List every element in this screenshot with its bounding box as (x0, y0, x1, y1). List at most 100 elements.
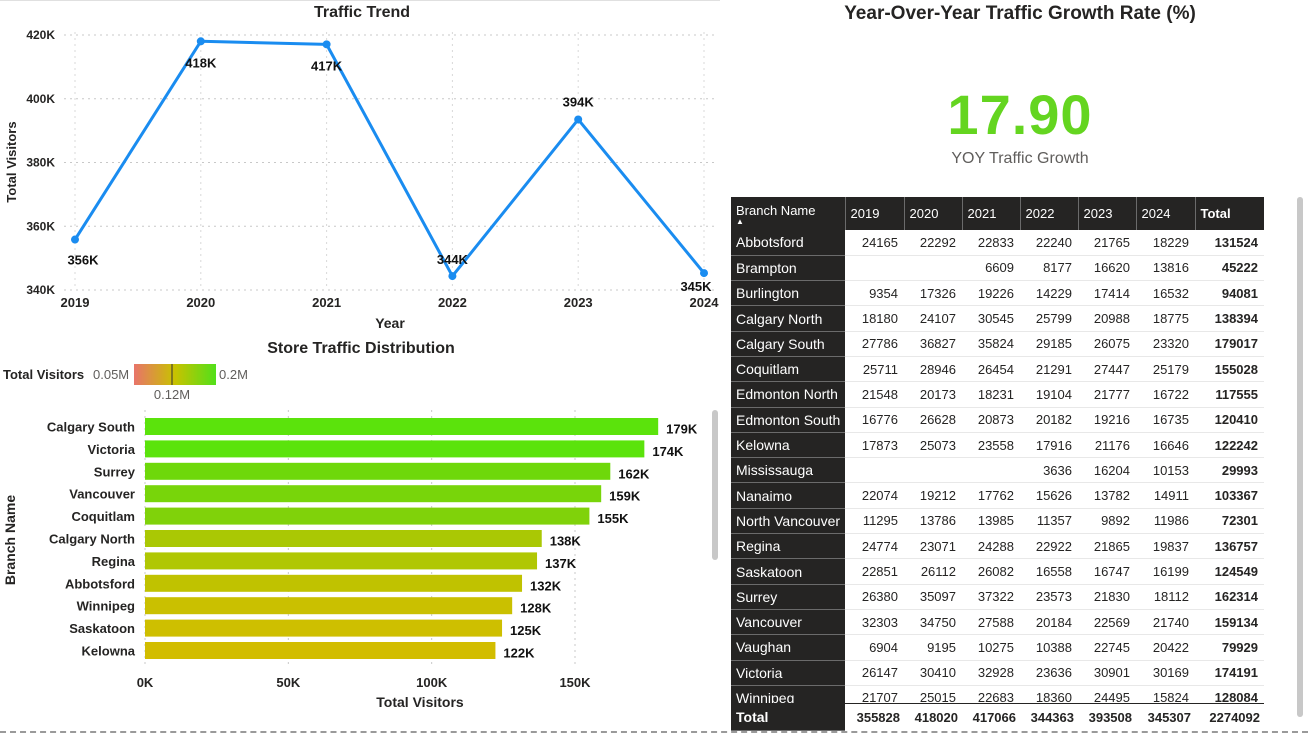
table-cell: 6904 (845, 634, 904, 661)
table-cell: 16620 (1078, 255, 1136, 282)
y-axis-title: Branch Name (2, 495, 18, 585)
table-cell: 27447 (1078, 356, 1136, 383)
table-row[interactable]: Abbotsford 24165 22292 22833 22240 21765 18229… (731, 230, 1264, 256)
table-cell: 26454 (962, 356, 1020, 383)
table-cell: 10275 (962, 634, 1020, 661)
x-tick-label: 2020 (186, 295, 215, 310)
table-cell: 16646 (1136, 432, 1195, 459)
row-total-cell: 179017 (1195, 331, 1264, 357)
table-row[interactable]: North Vancouver 11295 13786 13985 11357 9892 1… (731, 508, 1264, 535)
table-row[interactable]: Edmonton South 16776 26628 20873 20182 19216 1… (731, 407, 1264, 433)
table-row[interactable]: Vaughan 6904 9195 10275 10388 22745 20422 79929 (731, 634, 1264, 661)
column-header-branch-name[interactable]: Branch Name ▲ (731, 197, 846, 230)
table-cell: 25799 (1020, 305, 1078, 332)
legend-min-label: 0.05M (93, 367, 129, 382)
table-cell: 21865 (1078, 533, 1136, 560)
category-label: Winnipeg (77, 599, 135, 614)
bar-data-label: 122K (503, 646, 535, 661)
x-tick-label: 2023 (564, 295, 593, 310)
table-cell: 32928 (962, 660, 1020, 686)
store-traffic-distribution-chart[interactable]: Store Traffic Distribution Total Visitors… (0, 335, 710, 725)
total-row-cell: 355828 (845, 703, 904, 731)
y-axis-title: Total Visitors (4, 121, 19, 202)
bar (145, 552, 538, 570)
table-cell: 32303 (845, 609, 904, 636)
table-cell: 35824 (962, 331, 1020, 357)
column-header-2024[interactable]: 2024 (1136, 197, 1196, 230)
table-scrollbar-thumb[interactable] (1297, 197, 1303, 717)
table-row[interactable]: Vancouver 32303 34750 27588 20184 22569 21740 1… (731, 609, 1264, 636)
data-label: 417K (311, 58, 343, 73)
table-row[interactable]: Victoria 26147 30410 32928 23636 30901 30169 17… (731, 660, 1264, 686)
table-row[interactable]: Saskatoon 22851 26112 26082 16558 16747 16199 1… (731, 558, 1264, 585)
x-tick-label: 0K (137, 675, 154, 690)
table-row[interactable]: Mississauga 3636 16204 10153 29993 (731, 457, 1264, 484)
table-cell: 10153 (1136, 457, 1195, 484)
table-scrollbar[interactable] (1297, 197, 1303, 717)
category-label: Kelowna (82, 644, 136, 659)
table-cell: 19216 (1078, 407, 1136, 433)
row-branch-name: Coquitlam (731, 356, 845, 383)
table-row[interactable]: Kelowna 17873 25073 23558 17916 21176 16646 122… (731, 432, 1264, 459)
column-header-total[interactable]: Total (1195, 197, 1264, 230)
table-cell: 26075 (1078, 331, 1136, 357)
data-label: 356K (67, 253, 99, 268)
table-cell: 22833 (962, 230, 1020, 256)
table-cell: 19212 (904, 482, 962, 509)
table-cell: 21291 (1020, 356, 1078, 383)
table-row[interactable]: Nanaimo 22074 19212 17762 15626 13782 14911 103… (731, 482, 1264, 509)
y-tick-label: 380K (26, 156, 55, 170)
table-row[interactable]: Brampton 6609 8177 16620 13816 45222 (731, 255, 1264, 282)
table-cell: 20182 (1020, 407, 1078, 433)
table-cell: 27786 (845, 331, 904, 357)
table-row[interactable]: Calgary South 27786 36827 35824 29185 26075 23… (731, 331, 1264, 357)
row-total-cell: 138394 (1195, 305, 1264, 332)
column-header-2022[interactable]: 2022 (1020, 197, 1079, 230)
table-cell: 19837 (1136, 533, 1195, 560)
traffic-trend-chart[interactable]: Traffic Trend 340K 360K 380K 400K 420K Year Tot… (0, 0, 720, 335)
table-row[interactable]: Edmonton North 21548 20173 18231 19104 21777 1… (731, 381, 1264, 408)
legend-mid-label: 0.12M (154, 387, 190, 402)
bar (145, 507, 590, 525)
table-cell: 13786 (904, 508, 962, 535)
row-total-cell: 79929 (1195, 634, 1264, 661)
table-row[interactable]: Burlington 9354 17326 19226 14229 17414 16532 9… (731, 280, 1264, 307)
row-total-cell: 174191 (1195, 660, 1264, 686)
total-row-cell: 345307 (1136, 703, 1195, 731)
table-cell: 22240 (1020, 230, 1078, 256)
table-row[interactable]: Regina 24774 23071 24288 22922 21865 19837 1367… (731, 533, 1264, 560)
table-cell: 16747 (1078, 558, 1136, 585)
bar-data-label: 128K (520, 601, 552, 616)
column-header-2020[interactable]: 2020 (904, 197, 963, 230)
table-cell (904, 255, 962, 282)
row-total-cell: 103367 (1195, 482, 1264, 509)
bar-chart-title: Store Traffic Distribution (267, 340, 455, 357)
table-cell: 16204 (1078, 457, 1136, 484)
table-cell: 22074 (845, 482, 904, 509)
category-label: Calgary North (49, 532, 135, 547)
table-cell: 22569 (1078, 609, 1136, 636)
bar-chart-scrollbar[interactable] (712, 410, 718, 560)
table-cell: 36827 (904, 331, 962, 357)
row-branch-name: Mississauga (731, 457, 845, 484)
row-branch-name: Kelowna (731, 432, 845, 459)
table-row[interactable]: Calgary North 18180 24107 30545 25799 20988 18… (731, 305, 1264, 332)
category-label: Vancouver (69, 487, 135, 502)
line-chart-title: Traffic Trend (314, 4, 410, 21)
table-cell: 22922 (1020, 533, 1078, 560)
table-row[interactable]: Coquitlam 25711 28946 26454 21291 27447 25179 1… (731, 356, 1264, 383)
table-cell: 22851 (845, 558, 904, 585)
traffic-matrix-table[interactable]: Branch Name ▲ 2019 2020 2021 2022 2023 2… (731, 197, 1264, 730)
category-label: Coquitlam (71, 509, 135, 524)
table-cell: 19104 (1020, 381, 1078, 408)
column-header-2023[interactable]: 2023 (1078, 197, 1137, 230)
column-header-2019[interactable]: 2019 (845, 197, 905, 230)
column-header-2021[interactable]: 2021 (962, 197, 1021, 230)
table-row[interactable]: Surrey 26380 35097 37322 23573 21830 18112 1623… (731, 584, 1264, 610)
data-label: 418K (185, 55, 217, 70)
table-cell: 11986 (1136, 508, 1195, 535)
bar (145, 418, 659, 435)
table-cell: 23320 (1136, 331, 1195, 357)
table-cell: 29185 (1020, 331, 1078, 357)
table-cell: 18775 (1136, 305, 1195, 332)
